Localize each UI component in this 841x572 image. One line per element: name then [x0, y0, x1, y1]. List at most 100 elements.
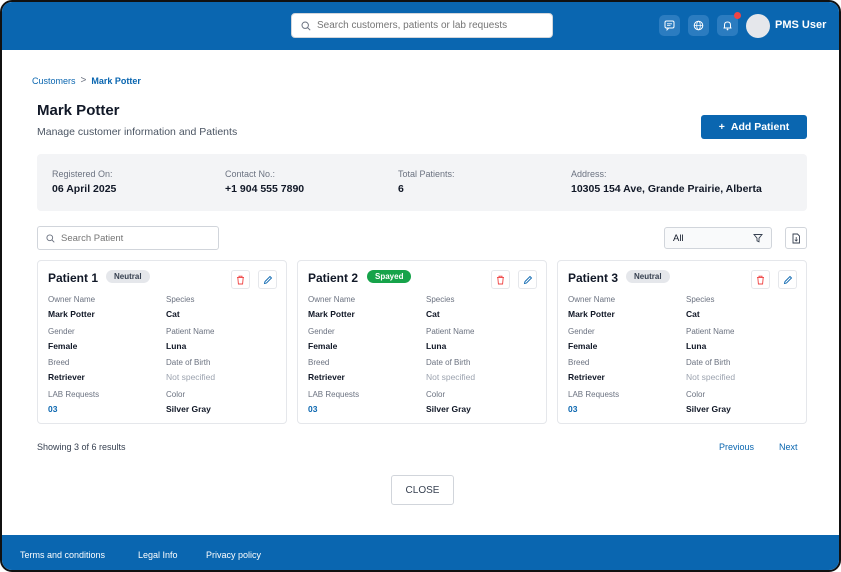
top-bar: PMS User	[2, 2, 839, 50]
field-label: Breed	[308, 358, 330, 367]
field-label: LAB Requests	[308, 389, 360, 399]
field-color: Color Silver Gray	[686, 390, 731, 414]
footer-terms-link[interactable]: Terms and conditions	[20, 550, 105, 560]
globe-icon	[693, 20, 704, 31]
info-label: Total Patients:	[398, 169, 455, 179]
user-name[interactable]: PMS User	[775, 19, 826, 31]
info-value: 10305 154 Ave, Grande Prairie, Alberta	[571, 183, 762, 195]
field-value[interactable]: 03	[48, 404, 99, 414]
filter-select-value: All	[673, 232, 684, 244]
field-lab: LAB Requests 03	[48, 390, 99, 414]
info-label: Registered On:	[52, 169, 113, 179]
field-label: LAB Requests	[48, 389, 100, 399]
footer-legal-link[interactable]: Legal Info	[138, 550, 178, 560]
customer-info-bar: Registered On: 06 April 2025 Contact No.…	[37, 154, 807, 211]
status-badge: Spayed	[367, 270, 412, 283]
field-owner: Owner Name Mark Potter	[48, 295, 95, 319]
patient-search-input[interactable]	[61, 232, 211, 244]
page-title: Mark Potter	[37, 102, 120, 119]
delete-patient-button[interactable]	[751, 270, 770, 289]
field-value: Luna	[166, 340, 187, 351]
next-page-link[interactable]: Next	[779, 442, 798, 452]
field-value: Cat	[686, 309, 700, 319]
previous-page-link[interactable]: Previous	[719, 442, 754, 452]
pencil-icon	[263, 275, 272, 284]
patient-search[interactable]	[37, 226, 219, 250]
notification-dot	[734, 12, 741, 19]
global-search-input[interactable]	[317, 20, 537, 31]
field-species: Species Cat	[426, 295, 454, 319]
edit-patient-button[interactable]	[258, 270, 277, 289]
field-value: Not specified	[686, 372, 736, 382]
field-value: Mark Potter	[308, 309, 355, 319]
patient-card[interactable]: Patient 2 Spayed Owner Name Mark Potter Spec…	[297, 260, 547, 424]
plus-icon: +	[718, 121, 725, 133]
field-color: Color Silver Gray	[166, 390, 211, 414]
field-value: Female	[48, 340, 78, 351]
field-label: Breed	[568, 358, 590, 367]
status-filter-select[interactable]: All	[664, 227, 772, 249]
pencil-icon	[783, 275, 792, 284]
field-value: Silver Gray	[166, 403, 211, 414]
field-label: Gender	[568, 326, 595, 336]
status-badge: Neutral	[106, 270, 150, 283]
field-label: Date of Birth	[426, 358, 471, 367]
delete-patient-button[interactable]	[491, 270, 510, 289]
field-dob: Date of Birth Not specified	[686, 358, 735, 382]
field-label: Color	[426, 389, 446, 399]
patient-card[interactable]: Patient 3 Neutral Owner Name Mark Potter Spe…	[557, 260, 807, 424]
notifications-button[interactable]	[717, 12, 741, 36]
field-value: Retriever	[48, 372, 85, 382]
global-search[interactable]	[291, 13, 553, 38]
info-value: 6	[398, 183, 404, 195]
field-lab: LAB Requests 03	[308, 390, 359, 414]
field-value: Female	[568, 340, 598, 351]
field-patient-name: Patient Name Luna	[426, 327, 474, 351]
chevron-right-icon: >	[80, 75, 87, 86]
field-value: Cat	[166, 309, 180, 319]
field-dob: Date of Birth Not specified	[166, 358, 215, 382]
edit-patient-button[interactable]	[778, 270, 797, 289]
field-gender: Gender Female	[48, 327, 77, 351]
pencil-icon	[523, 275, 532, 284]
field-species: Species Cat	[166, 295, 194, 319]
field-value[interactable]: 03	[568, 404, 619, 414]
patient-card-title: Patient 1	[48, 271, 99, 285]
field-value: Mark Potter	[48, 309, 95, 319]
bell-icon	[723, 21, 732, 31]
field-owner: Owner Name Mark Potter	[308, 295, 355, 319]
avatar[interactable]	[746, 14, 770, 38]
language-button[interactable]	[688, 15, 709, 36]
field-value: Luna	[426, 340, 447, 351]
breadcrumb-customers-link[interactable]: Customers	[32, 76, 76, 86]
page-subtitle: Manage customer information and Patients	[37, 126, 238, 138]
info-label: Contact No.:	[225, 169, 276, 179]
field-value: Cat	[426, 309, 440, 319]
field-value: Retriever	[568, 372, 605, 382]
field-label: Owner Name	[308, 295, 356, 304]
export-icon	[792, 233, 800, 243]
results-count: Showing 3 of 6 results	[37, 442, 126, 452]
chat-button[interactable]	[659, 15, 680, 36]
field-breed: Breed Retriever	[308, 358, 345, 382]
status-badge: Neutral	[626, 270, 670, 283]
close-button[interactable]: CLOSE	[391, 475, 454, 505]
delete-patient-button[interactable]	[231, 270, 250, 289]
edit-patient-button[interactable]	[518, 270, 537, 289]
patient-card-title: Patient 2	[308, 271, 359, 285]
field-gender: Gender Female	[308, 327, 337, 351]
field-owner: Owner Name Mark Potter	[568, 295, 615, 319]
trash-icon	[237, 275, 244, 284]
export-button[interactable]	[785, 227, 807, 249]
field-value: Silver Gray	[686, 403, 731, 414]
add-patient-button[interactable]: + Add Patient	[701, 115, 807, 139]
field-color: Color Silver Gray	[426, 390, 471, 414]
info-address: Address: 10305 154 Ave, Grande Prairie, …	[571, 169, 762, 195]
footer-privacy-link[interactable]: Privacy policy	[206, 550, 261, 560]
search-icon	[46, 233, 55, 243]
field-value[interactable]: 03	[308, 404, 359, 414]
breadcrumb: Customers > Mark Potter	[32, 75, 141, 86]
info-contact: Contact No.: +1 904 555 7890	[225, 169, 304, 195]
patient-card[interactable]: Patient 1 Neutral Owner Name Mark Potter Spe…	[37, 260, 287, 424]
field-value: Not specified	[166, 372, 216, 382]
